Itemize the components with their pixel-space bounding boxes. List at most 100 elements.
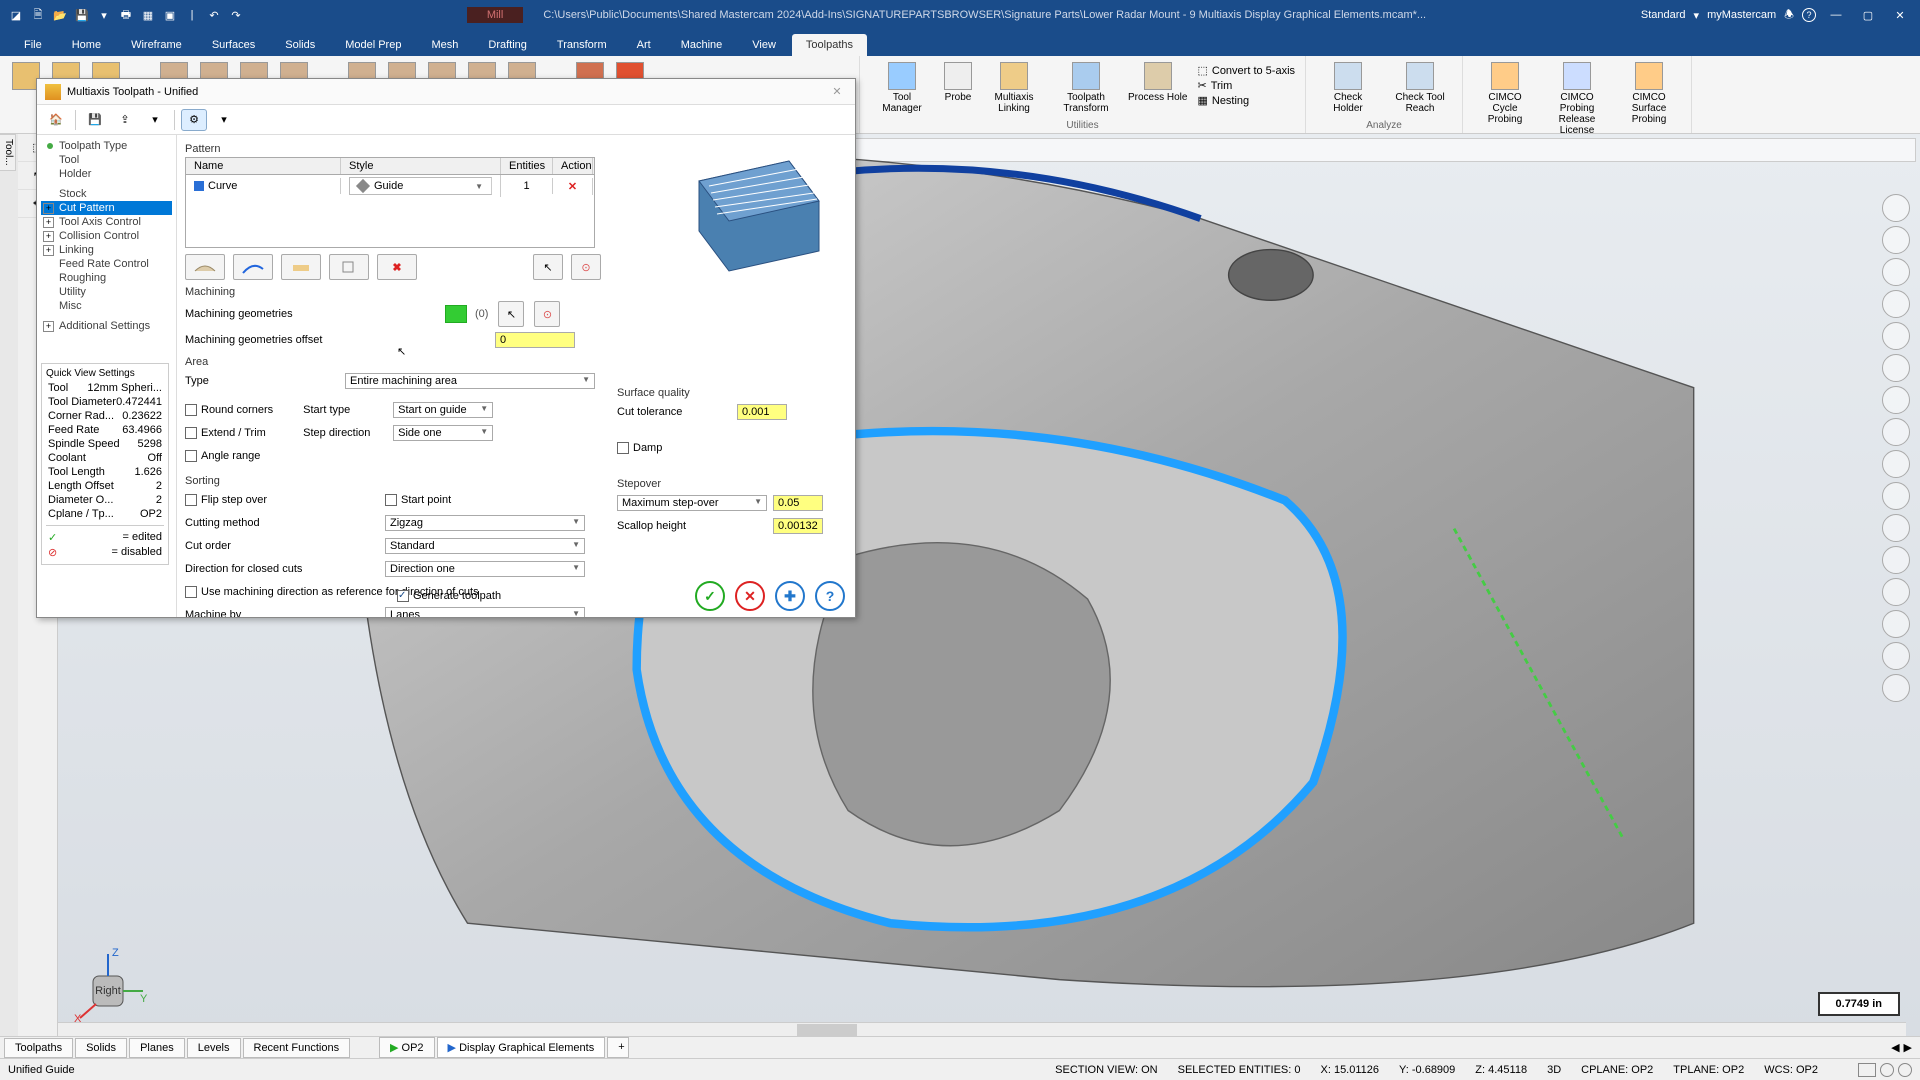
tab-view[interactable]: View (738, 34, 790, 56)
tab-modelprep[interactable]: Model Prep (331, 34, 415, 56)
qat-app-icon[interactable]: ◪ (6, 5, 26, 25)
stepover-mode-dropdown[interactable]: Maximum step-over▼ (617, 495, 767, 511)
dlg-tb-save-icon[interactable]: 💾 (82, 109, 108, 131)
tab-wireframe[interactable]: Wireframe (117, 34, 196, 56)
hdr-action[interactable]: Action (553, 158, 593, 174)
convert-5axis-button[interactable]: ⬚Convert to 5-axis (1197, 64, 1295, 77)
tree-linking[interactable]: Linking (41, 243, 172, 257)
dialog-close-button[interactable]: ✕ (827, 82, 847, 102)
tree-tool-axis-control[interactable]: Tool Axis Control (41, 215, 172, 229)
damp-checkbox[interactable]: Damp (617, 438, 837, 458)
tab-machine[interactable]: Machine (667, 34, 737, 56)
cutting-method-dropdown[interactable]: Zigzag▼ (385, 515, 585, 531)
cimco-surface-button[interactable]: CIMCO Surface Probing (1617, 60, 1681, 127)
generate-toolpath-checkbox[interactable]: Generate toolpath (397, 590, 501, 602)
status-icon-3[interactable] (1898, 1063, 1912, 1077)
dlg-tb-gear-chevron-icon[interactable]: ▾ (211, 109, 237, 131)
gizmo-iso-icon[interactable] (1882, 322, 1910, 350)
minimize-button[interactable]: — (1824, 5, 1848, 25)
ok-button[interactable]: ✓ (695, 581, 725, 611)
round-corners-checkbox[interactable]: Round corners (185, 400, 273, 420)
axis-gnomon[interactable]: Right Z Y X (68, 946, 148, 1026)
tree-feed-rate[interactable]: Feed Rate Control (41, 257, 172, 271)
tree-tool[interactable]: Tool (41, 153, 172, 167)
pattern-surface-icon[interactable] (185, 254, 225, 280)
angle-range-checkbox[interactable]: Angle range (185, 446, 273, 466)
tab-solids[interactable]: Solids (271, 34, 329, 56)
extend-trim-checkbox[interactable]: Extend / Trim (185, 423, 273, 443)
btab-recent[interactable]: Recent Functions (243, 1038, 351, 1058)
pattern-curve-icon[interactable] (233, 254, 273, 280)
tab-home[interactable]: Home (58, 34, 115, 56)
tab-file[interactable]: File (10, 34, 56, 56)
start-type-dropdown[interactable]: Start on guide▼ (393, 402, 493, 418)
tree-toolpath-type[interactable]: Toolpath Type (41, 139, 172, 153)
help-icon[interactable]: ? (1802, 8, 1816, 22)
qat-icon-b[interactable]: ▣ (160, 5, 180, 25)
pattern-pick-icon[interactable]: ↖ (533, 254, 563, 280)
dialog-titlebar[interactable]: Multiaxis Toolpath - Unified ✕ (37, 79, 855, 105)
tab-nav-left-icon[interactable]: ◀ (1891, 1041, 1899, 1054)
qat-print-icon[interactable]: 🖶 (116, 5, 136, 25)
trim-button[interactable]: ✂Trim (1197, 79, 1295, 92)
machining-geom-swatch[interactable] (445, 305, 467, 323)
nesting-button[interactable]: ▦Nesting (1197, 94, 1295, 107)
hdr-name[interactable]: Name (186, 158, 341, 174)
status-cplane[interactable]: CPLANE: OP2 (1581, 1064, 1653, 1076)
cut-tolerance-input[interactable] (737, 404, 787, 420)
dlg-tb-gear-icon[interactable]: ⚙ (181, 109, 207, 131)
toolpath-transform-button[interactable]: Toolpath Transform (1054, 60, 1118, 116)
pattern-row[interactable]: Curve Guide▼ 1 ✕ (186, 175, 594, 197)
gizmo-extra-3-icon[interactable] (1882, 642, 1910, 670)
process-hole-button[interactable]: Process Hole (1126, 60, 1189, 105)
status-section-view[interactable]: SECTION VIEW: ON (1055, 1064, 1157, 1076)
cimco-release-button[interactable]: CIMCO Probing Release License (1545, 60, 1609, 138)
multiaxis-linking-button[interactable]: Multiaxis Linking (982, 60, 1046, 116)
tree-roughing[interactable]: Roughing (41, 271, 172, 285)
machining-geom-pick-icon[interactable]: ↖ (498, 301, 524, 327)
check-toolreach-button[interactable]: Check Tool Reach (1388, 60, 1452, 116)
status-mode[interactable]: 3D (1547, 1064, 1561, 1076)
style-dropdown[interactable]: Guide▼ (349, 177, 492, 195)
notification-icon[interactable]: 🕭 (1784, 6, 1794, 25)
tree-misc[interactable]: Misc (41, 299, 172, 313)
hdr-entities[interactable]: Entities (501, 158, 553, 174)
tree-cut-pattern[interactable]: Cut Pattern (41, 201, 172, 215)
help-button[interactable]: ? (815, 581, 845, 611)
gizmo-top-icon[interactable] (1882, 354, 1910, 382)
toolpaths-panel-tab[interactable]: Tool... (0, 134, 16, 171)
viewtab-add-button[interactable]: + (607, 1037, 629, 1058)
gizmo-right-icon[interactable] (1882, 418, 1910, 446)
cancel-button[interactable]: ✕ (735, 581, 765, 611)
status-wcs[interactable]: WCS: OP2 (1764, 1064, 1818, 1076)
flip-step-checkbox[interactable]: Flip step over (185, 494, 385, 506)
dir-closed-dropdown[interactable]: Direction one▼ (385, 561, 585, 577)
horizontal-scrollbar[interactable] (58, 1022, 1906, 1036)
tree-holder[interactable]: Holder (41, 167, 172, 181)
delete-row-button[interactable]: ✕ (568, 181, 577, 193)
tree-collision-control[interactable]: Collision Control (41, 229, 172, 243)
tree-stock[interactable]: Stock (41, 187, 172, 201)
machining-geom-clear-icon[interactable]: ⊙ (534, 301, 560, 327)
qat-new-icon[interactable]: 🗎 (28, 5, 48, 25)
gizmo-shade-icon[interactable] (1882, 482, 1910, 510)
pattern-cube-icon[interactable] (329, 254, 369, 280)
qat-undo-icon[interactable]: ↶ (204, 5, 224, 25)
workspace-label[interactable]: Standard (1641, 9, 1686, 21)
scallop-height-input[interactable] (773, 518, 823, 534)
apply-button[interactable]: ✚ (775, 581, 805, 611)
gizmo-pan-icon[interactable] (1882, 290, 1910, 318)
maximize-button[interactable]: ▢ (1856, 5, 1880, 25)
tab-toolpaths[interactable]: Toolpaths (792, 34, 867, 56)
tool-manager-button[interactable]: Tool Manager (870, 60, 934, 116)
stepover-value-input[interactable] (773, 495, 823, 511)
gizmo-fit-icon[interactable] (1882, 226, 1910, 254)
gizmo-front-icon[interactable] (1882, 386, 1910, 414)
status-icon-1[interactable] (1858, 1063, 1876, 1077)
tab-nav-right-icon[interactable]: ▶ (1904, 1041, 1912, 1054)
qat-saveas-icon[interactable]: ▾ (94, 5, 114, 25)
qat-open-icon[interactable]: 📂 (50, 5, 70, 25)
pattern-verify-icon[interactable]: ⊙ (571, 254, 601, 280)
probe-button[interactable]: Probe (942, 60, 974, 105)
gizmo-wireframe-icon[interactable] (1882, 514, 1910, 542)
